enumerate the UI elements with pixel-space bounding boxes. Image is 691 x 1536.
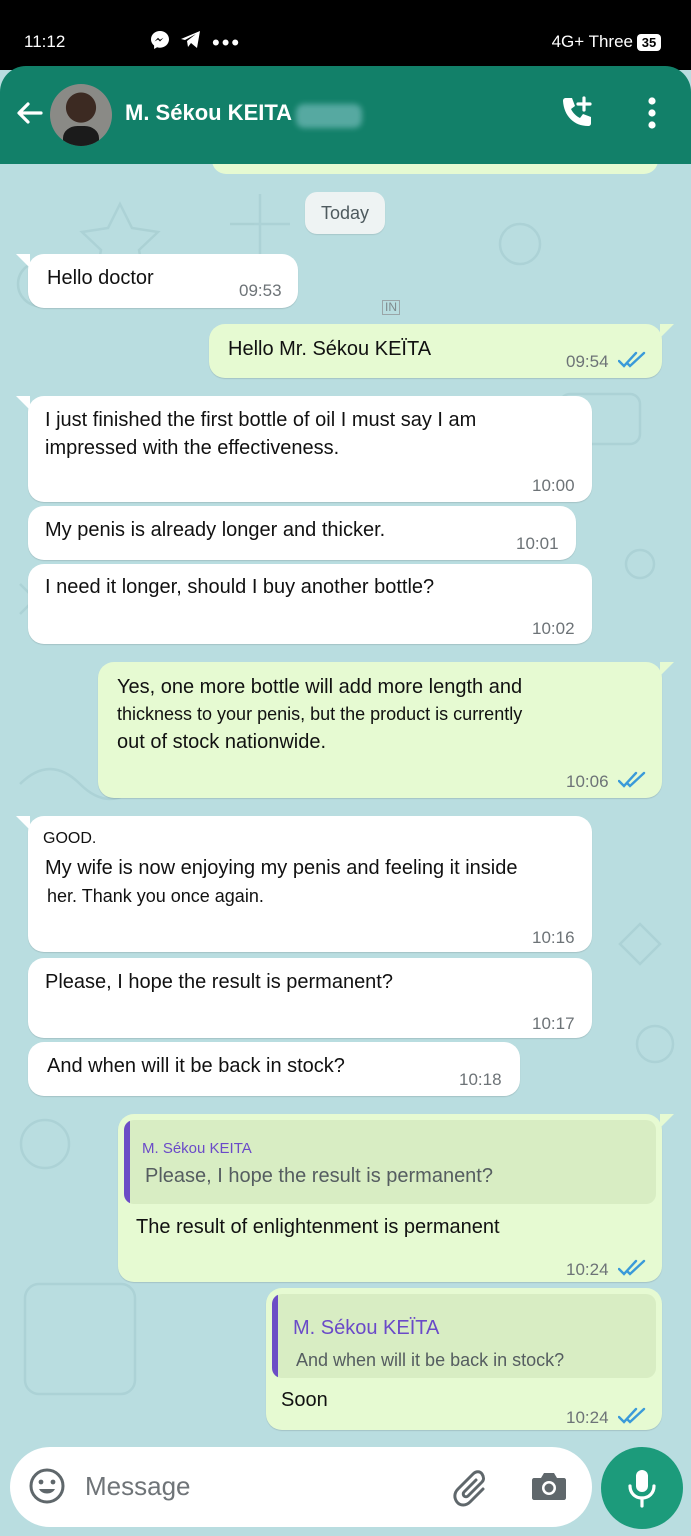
bubble-tail [16,396,30,410]
add-call-icon[interactable] [558,94,596,137]
message-bubble-incoming[interactable]: Please, I hope the result is permanent? … [28,958,592,1038]
message-bubble-outgoing[interactable]: Yes, one more bottle will add more lengt… [98,662,674,798]
message-bubble-incoming[interactable]: I just finished the first bottle of oil … [16,396,592,502]
in-tag: IN [382,300,400,315]
double-check-icon [617,769,648,797]
message-list[interactable]: Today IN Hello doctor 09:53 Hello Mr. Sé… [0,164,691,1444]
more-vert-icon[interactable] [640,96,664,135]
message-text-line: GOOD. [43,830,97,847]
status-time: 11:12 [24,32,66,51]
camera-icon[interactable] [530,1469,568,1508]
message-time: 10:06 [566,772,609,791]
message-text-line: her. Thank you once again. [47,886,264,906]
message-time: 10:02 [532,619,575,638]
avatar[interactable] [50,84,112,146]
message-text: Hello doctor [47,267,154,289]
message-text-line: thickness to your penis, but the product… [117,704,523,724]
message-input[interactable]: Message [85,1471,191,1502]
message-text: Soon [281,1389,328,1411]
message-text-line: impressed with the effectiveness. [45,437,340,459]
message-text-line: I just finished the first bottle of oil … [45,409,477,431]
double-check-icon [617,1257,648,1285]
emoji-icon[interactable] [28,1467,66,1510]
message-time: 09:54 [566,352,609,371]
message-time: 10:24 [566,1260,609,1279]
bubble-tail [660,662,674,676]
bubble-tail [660,1114,674,1128]
message-text: The result of enlightenment is permanent [136,1216,500,1238]
previous-message-edge [212,164,658,174]
message-bubble-incoming[interactable]: GOOD. My wife is now enjoying my penis a… [16,816,592,952]
message-time: 10:00 [532,476,575,495]
network-label: 4G+ Three [551,32,633,51]
battery-level: 35 [641,34,657,50]
quoted-text: And when will it be back in stock? [296,1350,565,1370]
message-composer[interactable]: Message [10,1447,592,1527]
message-bubble-outgoing[interactable]: Hello Mr. Sékou KEÏTA 09:54 [209,324,674,378]
quote-bar [272,1294,278,1378]
status-bar: 11:12 ••• 4G+ Three 35 [0,0,691,70]
attach-icon[interactable] [452,1469,492,1512]
message-text: Hello Mr. Sékou KEÏTA [228,338,432,360]
message-time: 09:53 [239,281,282,300]
message-text-line: out of stock nationwide. [117,731,327,753]
message-text-line: My wife is now enjoying my penis and fee… [45,857,518,879]
back-arrow-icon[interactable] [14,98,44,133]
contact-name[interactable]: M. Sékou KEITA [125,100,292,126]
bubble-tail [16,254,30,268]
notification-icons: ••• [150,30,241,55]
message-time: 10:17 [532,1014,575,1033]
message-time: 10:16 [532,928,575,947]
message-text: And when will it be back in stock? [47,1055,345,1077]
message-bubble-outgoing-reply[interactable]: M. Sékou KEÏTA And when will it be back … [266,1288,662,1430]
more-notifications-icon: ••• [212,29,242,55]
quoted-sender: M. Sékou KEÏTA [293,1317,440,1339]
quoted-message[interactable]: M. Sékou KEÏTA And when will it be back … [272,1294,656,1378]
message-bubble-incoming[interactable]: My penis is already longer and thicker. … [28,506,576,560]
message-time: 10:01 [516,534,559,553]
message-bubble-outgoing-reply[interactable]: M. Sékou KEITA Please, I hope the result… [118,1114,674,1285]
message-bubble-incoming[interactable]: And when will it be back in stock? 10:18 [28,1042,520,1096]
messenger-icon [150,30,170,55]
date-separator: Today [305,192,385,234]
message-text: Please, I hope the result is permanent? [45,971,393,993]
message-text-line: Yes, one more bottle will add more lengt… [117,676,523,698]
voice-record-button[interactable] [601,1447,683,1529]
message-time: 10:24 [566,1408,609,1427]
redacted-text [296,104,362,128]
chat-header: M. Sékou KEITA [0,66,691,164]
quoted-message[interactable]: M. Sékou KEITA Please, I hope the result… [124,1120,656,1204]
telegram-icon [180,30,202,55]
battery-icon: 35 [637,33,661,51]
bubble-tail [660,324,674,338]
network-status: 4G+ Three 35 [552,32,661,52]
quoted-sender: M. Sékou KEITA [142,1140,252,1157]
double-check-icon [617,349,648,377]
message-bubble-incoming[interactable]: Hello doctor 09:53 [16,254,298,308]
message-text: My penis is already longer and thicker. [45,519,386,541]
quoted-text: Please, I hope the result is permanent? [145,1165,493,1187]
message-text: I need it longer, should I buy another b… [45,576,435,598]
bubble-tail [16,816,30,830]
double-check-icon [617,1405,648,1433]
message-time: 10:18 [459,1070,502,1089]
mic-icon [628,1470,656,1508]
quote-bar [124,1120,130,1204]
message-bubble-incoming[interactable]: I need it longer, should I buy another b… [28,564,592,644]
